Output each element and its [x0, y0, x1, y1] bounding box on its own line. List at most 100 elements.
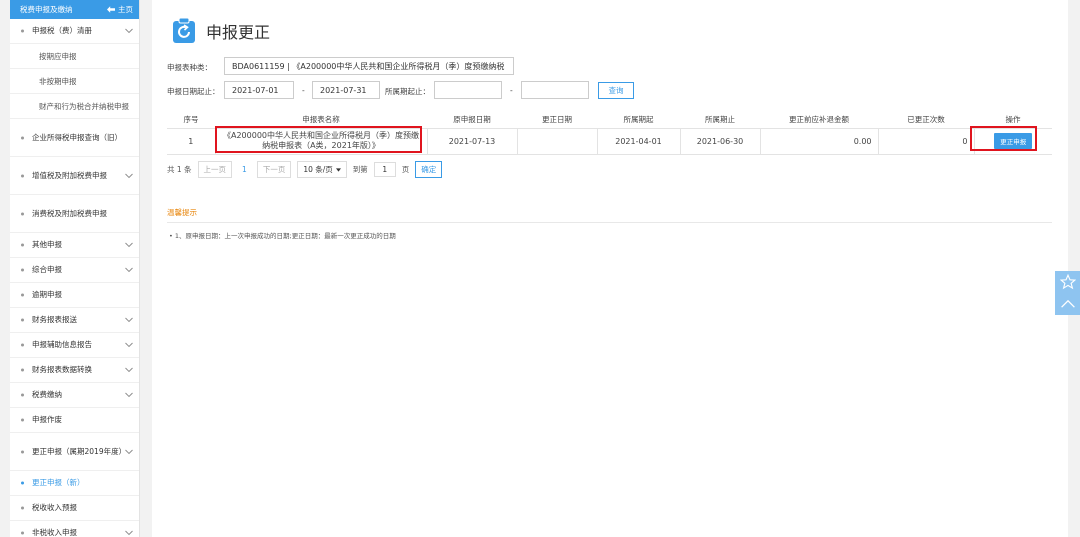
sidebar-item[interactable]: 申报辅助信息报告: [10, 333, 139, 358]
goto-page-input[interactable]: 1: [373, 162, 396, 177]
column-header: 已更正次数: [878, 111, 974, 129]
sidebar-item-label: 申报作废: [32, 415, 62, 424]
cell-correct-date: [517, 128, 598, 155]
column-header: 更正前应补退金额: [760, 111, 878, 129]
tips-title: 温馨提示: [167, 208, 197, 217]
chevron-down-icon: [125, 392, 133, 398]
bullet-icon: [21, 293, 24, 297]
chevron-down-icon: [125, 530, 133, 536]
column-header: 所属期起: [597, 111, 680, 129]
bullet-icon: [21, 268, 24, 272]
chevron-down-icon: [125, 449, 133, 454]
report-date-end-input[interactable]: 2021-07-31: [312, 81, 380, 99]
current-page[interactable]: 1: [238, 165, 251, 174]
period-separator: -: [510, 86, 513, 95]
app-root: 税费申报及缴纳 主页 申报税（费）清册按期应申报 非按期申报 财产和行为税合并纳税申…: [0, 0, 1080, 537]
chevron-down-icon: [125, 367, 133, 373]
sidebar-subitem[interactable]: 财产和行为税合并纳税申报: [10, 94, 139, 119]
chevron-up-icon: [1060, 299, 1075, 308]
chevron-down-icon: [125, 173, 133, 178]
page-title: 申报更正: [206, 23, 271, 42]
bullet-icon: [21, 174, 24, 177]
sidebar-item[interactable]: 逾期申报: [10, 283, 139, 308]
cell-orig-date: 2021-07-13: [427, 128, 518, 155]
page-size-select[interactable]: 10 条/页: [297, 161, 347, 178]
sidebar-item[interactable]: 非税收入申报: [10, 521, 139, 537]
report-date-start-input[interactable]: 2021-07-01: [224, 81, 294, 99]
sidebar-item[interactable]: 增值税及附加税费申报: [10, 157, 139, 195]
sidebar-item-label: 企业所得税申报查询（旧）: [32, 132, 122, 142]
clipboard-refresh-icon: [173, 18, 195, 43]
back-to-top-button[interactable]: [1055, 293, 1080, 315]
sidebar-title: 税费申报及缴纳: [20, 5, 73, 14]
sidebar-item-label: 更正申报（属期2019年度）: [32, 446, 127, 456]
bullet-icon: [21, 393, 24, 397]
report-type-value: BDA0611159 | 《A200000中华人民共和国企业所得税月（季）度预缴…: [232, 61, 505, 71]
sidebar-item-label: 逾期申报: [32, 290, 62, 299]
sidebar-item[interactable]: 企业所得税申报查询（旧）: [10, 119, 139, 157]
cell-index: 1: [167, 128, 216, 155]
sidebar-item-label: 税收收入预报: [32, 503, 77, 512]
report-type-select[interactable]: BDA0611159 | 《A200000中华人民共和国企业所得税月（季）度预缴…: [224, 57, 514, 75]
tips-text: • 1、原申报日期：上一次申报成功的日期;更正日期：最新一次更正成功的日期: [169, 232, 396, 240]
sidebar-item[interactable]: 更正申报（属期2019年度）: [10, 433, 139, 471]
goto-confirm-button[interactable]: 确定: [415, 161, 443, 178]
cell-count: 0: [878, 128, 975, 155]
date-separator: -: [302, 86, 305, 95]
sidebar-item-label: 非税收入申报: [32, 528, 77, 537]
sidebar-menu: 申报税（费）清册按期应申报 非按期申报 财产和行为税合并纳税申报企业所得税申报查询（…: [10, 19, 139, 537]
sidebar-item-label: 消费税及附加税费申报: [32, 208, 107, 218]
sidebar-item-label: 财务报表报送: [32, 315, 77, 324]
sidebar-item[interactable]: 其他申报: [10, 233, 139, 258]
sidebar-item-label: 申报税（费）清册: [32, 26, 92, 35]
sidebar-item[interactable]: 税费缴纳: [10, 383, 139, 408]
sidebar-item[interactable]: 申报税（费）清册: [10, 19, 139, 44]
column-header: 所属期止: [680, 111, 760, 129]
highlight-correct-button: [970, 126, 1037, 151]
chevron-down-icon: [125, 342, 133, 348]
bullet-icon: [21, 212, 24, 215]
query-button[interactable]: 查询: [598, 82, 634, 99]
sidebar-item-label: 财务报表数据转换: [32, 365, 92, 374]
period-end-input[interactable]: [521, 81, 589, 99]
period-start-input[interactable]: [434, 81, 502, 99]
bullet-icon: [21, 506, 24, 510]
highlight-report-name: [215, 126, 422, 153]
cell-amount: 0.00: [760, 128, 879, 155]
column-header: 更正日期: [517, 111, 597, 129]
sidebar-item[interactable]: 税收收入预报: [10, 496, 139, 521]
chevron-down-icon: [125, 317, 133, 323]
sidebar-item[interactable]: 更正申报（新）: [10, 471, 139, 496]
sidebar-header: 税费申报及缴纳 主页: [10, 0, 139, 19]
bullet-icon: [21, 368, 24, 372]
sidebar-item-label: 综合申报: [32, 265, 62, 274]
sidebar-subitem[interactable]: 按期应申报: [10, 44, 139, 69]
chevron-down-icon: [125, 28, 133, 34]
bullet-icon: [21, 136, 24, 139]
home-link[interactable]: 主页: [107, 4, 133, 15]
bullet-icon: [21, 318, 24, 322]
favorite-button[interactable]: [1055, 271, 1080, 293]
report-date-label: 申报日期起止：: [167, 87, 220, 96]
prev-page-button[interactable]: 上一页: [197, 161, 233, 178]
total-count: 共 1 条: [167, 165, 192, 174]
next-page-button[interactable]: 下一页: [256, 161, 292, 178]
star-icon: [1059, 274, 1076, 290]
bullet-icon: [21, 243, 24, 247]
bullet-icon: [21, 450, 24, 453]
back-arrow-icon: [107, 6, 115, 13]
sidebar-subitem[interactable]: 非按期申报: [10, 69, 139, 94]
cell-period-start: 2021-04-01: [597, 128, 681, 155]
bullet-icon: [21, 531, 24, 535]
chevron-down-icon: [125, 242, 133, 248]
column-header: 原申报日期: [427, 111, 517, 129]
sidebar-item[interactable]: 财务报表报送: [10, 308, 139, 333]
chevron-down-icon: [125, 267, 133, 273]
title-row: 申报更正: [172, 18, 270, 44]
sidebar-item[interactable]: 申报作废: [10, 408, 139, 433]
sidebar-item[interactable]: 消费税及附加税费申报: [10, 195, 139, 233]
sidebar-item[interactable]: 财务报表数据转换: [10, 358, 139, 383]
sidebar-item[interactable]: 综合申报: [10, 258, 139, 283]
pagination: 共 1 条 上一页 1 下一页 10 条/页 到第 1 页 确定: [167, 161, 443, 178]
period-label: 所属期起止：: [385, 87, 430, 96]
